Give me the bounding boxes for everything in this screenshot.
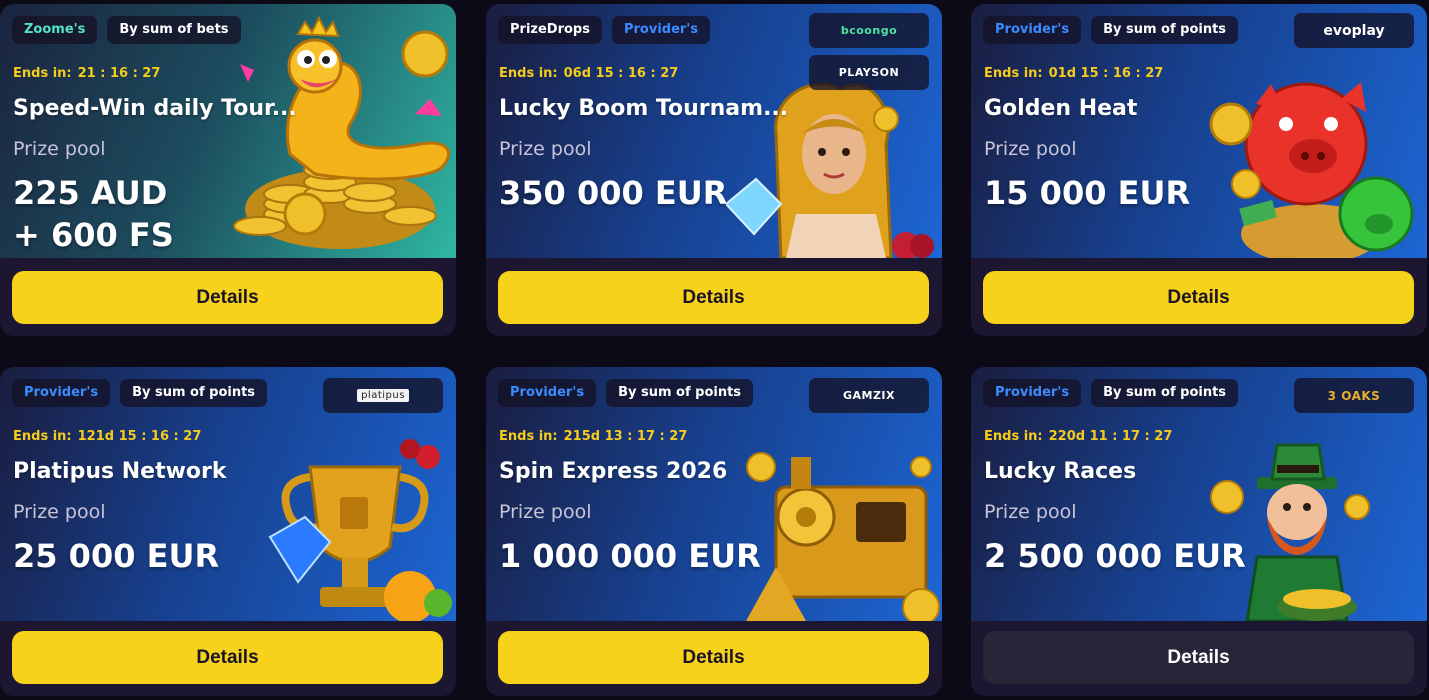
prize-pool-amount: 225 AUD + 600 FS xyxy=(13,172,174,256)
lizard-coins-illustration xyxy=(233,15,451,249)
train-illustration xyxy=(746,452,940,621)
provider-logo-evoplay: evoplay xyxy=(1294,13,1414,48)
prize-amount-line: 1 000 000 EUR xyxy=(499,537,761,575)
tournament-title: Lucky Races xyxy=(984,459,1137,484)
tournament-card: Provider's By sum of points GAMZIX Ends … xyxy=(486,367,942,696)
tournament-card: PrizeDrops Provider's bcoongo PLAYSON En… xyxy=(486,4,942,336)
tournament-card: Provider's By sum of points platipus End… xyxy=(0,367,456,696)
countdown-label: Ends in: xyxy=(499,429,558,444)
countdown-value: 21 : 16 : 27 xyxy=(77,66,161,81)
tournament-banner[interactable]: Provider's By sum of points evoplay Ends… xyxy=(971,4,1427,258)
prize-pool-amount: 25 000 EUR xyxy=(13,535,219,577)
prize-pool-label: Prize pool xyxy=(499,501,592,523)
countdown-label: Ends in: xyxy=(13,66,72,81)
tournament-banner[interactable]: Provider's By sum of points GAMZIX Ends … xyxy=(486,367,942,621)
countdown: Ends in: 121d 15 : 16 : 27 xyxy=(13,429,201,444)
provider-logo-gamzix: GAMZIX xyxy=(809,378,929,413)
tournament-title: Lucky Boom Tournam... xyxy=(499,96,789,121)
scoring-tag: By sum of points xyxy=(1091,16,1239,44)
tournament-banner[interactable]: PrizeDrops Provider's bcoongo PLAYSON En… xyxy=(486,4,942,258)
countdown: Ends in: 01d 15 : 16 : 27 xyxy=(984,66,1163,81)
tournament-title: Spin Express 2026 xyxy=(499,459,728,484)
prize-amount-line: 225 AUD xyxy=(13,174,168,212)
prize-pool-label: Prize pool xyxy=(984,138,1077,160)
leprechaun-illustration xyxy=(1210,443,1370,621)
prize-pool-label: Prize pool xyxy=(984,501,1077,523)
scoring-tag: By sum of points xyxy=(1091,379,1239,407)
prize-amount-line: 2 500 000 EUR xyxy=(984,537,1246,575)
provider-tag: Provider's xyxy=(498,379,597,407)
prize-pool-amount: 2 500 000 EUR xyxy=(984,535,1246,577)
prize-amount-line: + 600 FS xyxy=(13,216,174,254)
countdown: Ends in: 21 : 16 : 27 xyxy=(13,66,160,81)
details-button[interactable]: Details xyxy=(498,271,929,324)
tournament-banner[interactable]: Zoome's By sum of bets Ends in: 21 : 16 :… xyxy=(0,4,456,258)
countdown-value: 121d 15 : 16 : 27 xyxy=(77,429,202,444)
details-button[interactable]: Details xyxy=(12,631,443,684)
details-button[interactable]: Details xyxy=(498,631,929,684)
tournament-type-tag: Zoome's xyxy=(12,16,98,44)
countdown: Ends in: 215d 13 : 17 : 27 xyxy=(499,429,687,444)
prize-pool-label: Prize pool xyxy=(13,501,106,523)
tournament-card: Provider's By sum of points 3 OAKS Ends … xyxy=(971,367,1427,696)
tournament-grid: Zoome's By sum of bets Ends in: 21 : 16 :… xyxy=(0,0,1429,700)
pigs-illustration xyxy=(1209,82,1414,258)
details-button[interactable]: Details xyxy=(12,271,443,324)
tournament-title: Platipus Network xyxy=(13,459,227,484)
provider-logo-3oaks: 3 OAKS xyxy=(1294,378,1414,413)
prize-pool-amount: 15 000 EUR xyxy=(984,172,1190,214)
countdown-value: 215d 13 : 17 : 27 xyxy=(563,429,688,444)
tournament-banner[interactable]: Provider's By sum of points 3 OAKS Ends … xyxy=(971,367,1427,621)
prize-amount-line: 25 000 EUR xyxy=(13,537,220,575)
tournament-banner[interactable]: Provider's By sum of points platipus End… xyxy=(0,367,456,621)
tournament-card: Provider's By sum of points evoplay Ends… xyxy=(971,4,1427,336)
countdown: Ends in: 220d 11 : 17 : 27 xyxy=(984,429,1172,444)
prize-pool-amount: 1 000 000 EUR xyxy=(499,535,761,577)
provider-logo-playson: PLAYSON xyxy=(809,55,929,90)
countdown-value: 220d 11 : 17 : 27 xyxy=(1048,429,1173,444)
tournament-title: Speed-Win daily Tour... xyxy=(13,96,297,121)
prize-pool-label: Prize pool xyxy=(499,138,592,160)
tournament-type-tag: PrizeDrops xyxy=(498,16,602,44)
provider-tag: Provider's xyxy=(983,16,1082,44)
prize-pool-label: Prize pool xyxy=(13,138,106,160)
tournament-title: Golden Heat xyxy=(984,96,1138,121)
countdown-label: Ends in: xyxy=(984,66,1043,81)
scoring-tag: By sum of points xyxy=(606,379,754,407)
countdown: Ends in: 06d 15 : 16 : 27 xyxy=(499,66,678,81)
scoring-tag: By sum of points xyxy=(120,379,268,407)
provider-logo-text: platipus xyxy=(357,389,409,402)
provider-tag: Provider's xyxy=(611,16,711,44)
countdown-label: Ends in: xyxy=(499,66,558,81)
provider-tag: Provider's xyxy=(983,379,1082,407)
scoring-tag: By sum of bets xyxy=(107,16,241,44)
details-button[interactable]: Details xyxy=(983,271,1414,324)
prize-amount-line: 15 000 EUR xyxy=(984,174,1191,212)
countdown-value: 01d 15 : 16 : 27 xyxy=(1048,66,1164,81)
provider-logo-platipus: platipus xyxy=(323,378,443,413)
trophy-illustration xyxy=(268,439,452,621)
details-button[interactable]: Details xyxy=(983,631,1414,684)
countdown-value: 06d 15 : 16 : 27 xyxy=(563,66,679,81)
provider-logo-bcoongo: bcoongo xyxy=(809,13,929,48)
countdown-label: Ends in: xyxy=(13,429,72,444)
tournament-card: Zoome's By sum of bets Ends in: 21 : 16 :… xyxy=(0,4,456,336)
prize-pool-amount: 350 000 EUR xyxy=(499,172,727,214)
countdown-label: Ends in: xyxy=(984,429,1043,444)
prize-amount-line: 350 000 EUR xyxy=(499,174,728,212)
provider-tag: Provider's xyxy=(12,379,111,407)
